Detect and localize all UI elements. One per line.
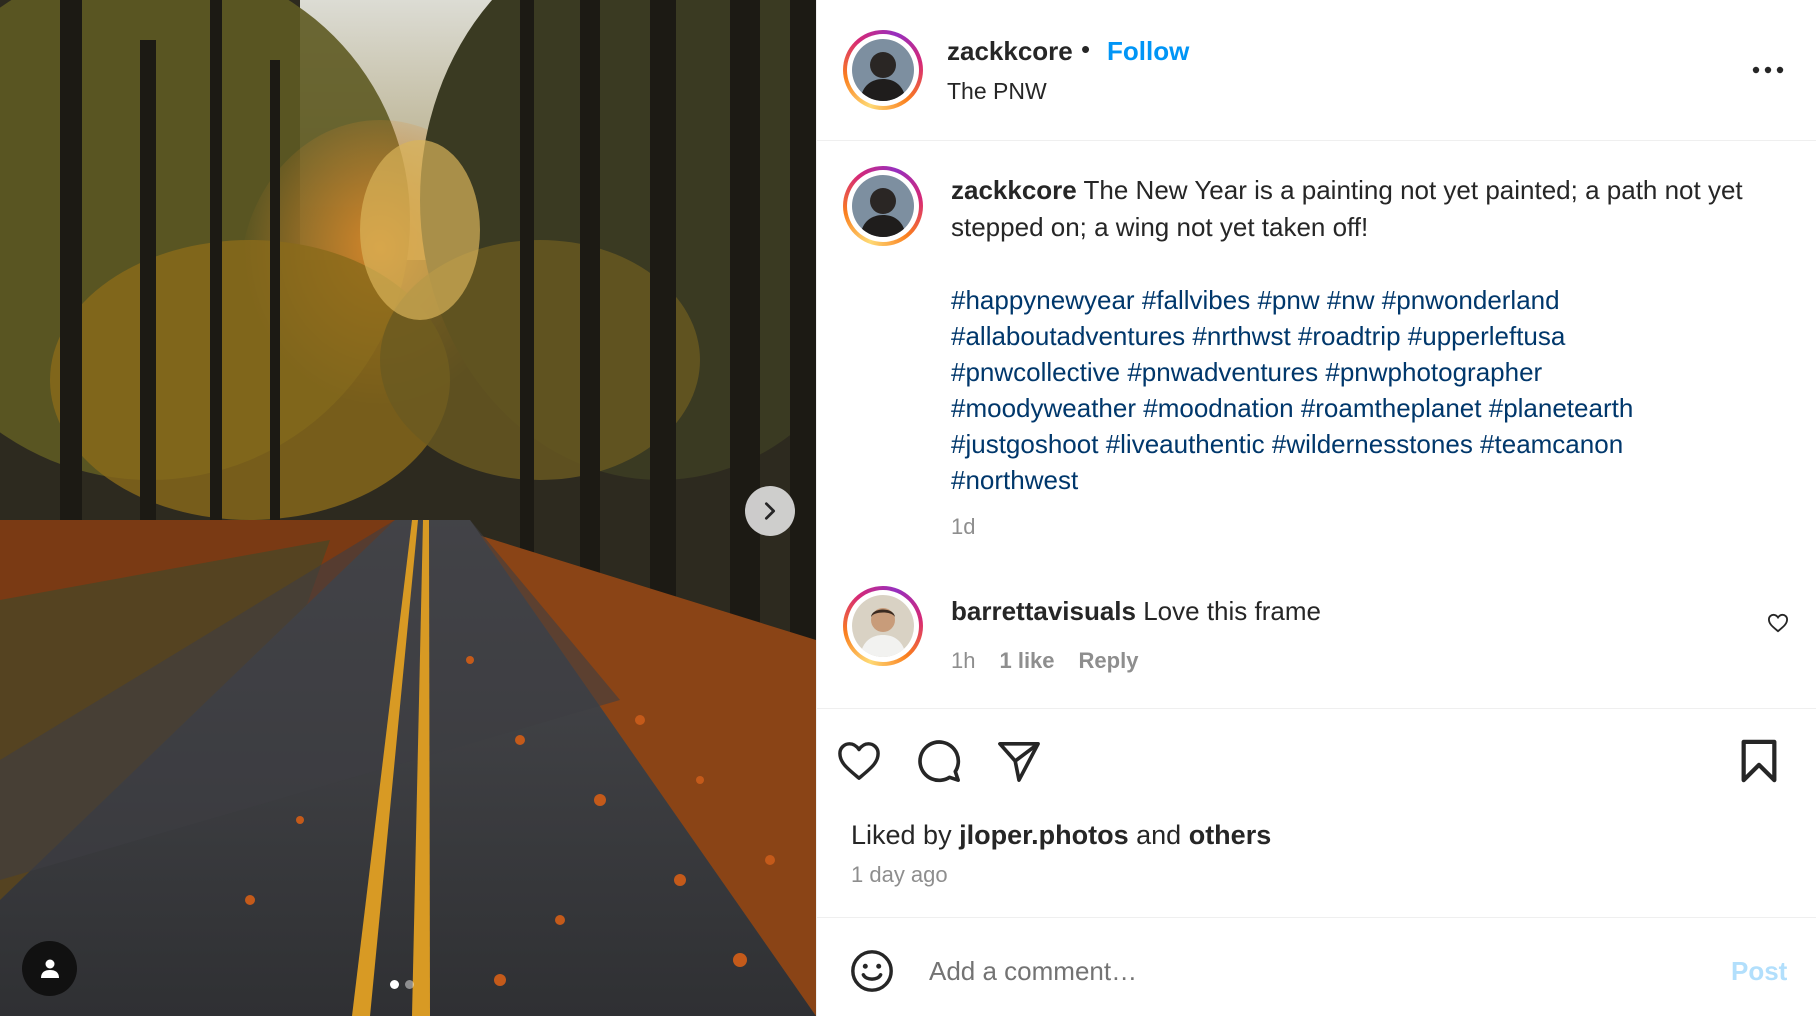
comment-like-button[interactable] xyxy=(1763,608,1793,638)
commenter-avatar-image xyxy=(852,595,914,657)
caption-author-avatar[interactable] xyxy=(843,166,923,246)
likes-and: and xyxy=(1136,820,1182,850)
emoji-button[interactable] xyxy=(849,948,895,994)
post-header: zackkcore • Follow The PNW xyxy=(817,0,1816,141)
caption-avatar-image xyxy=(852,175,914,237)
hashtag-list: #happynewyear #fallvibes #pnw #nw #pnwon… xyxy=(951,282,1781,498)
carousel-next-button[interactable] xyxy=(745,486,795,536)
post-timestamp[interactable]: 1 day ago xyxy=(851,862,948,888)
hashtag-link[interactable]: #allaboutadventures xyxy=(951,321,1185,351)
author-username[interactable]: zackkcore xyxy=(947,36,1073,67)
comment-reply-button[interactable]: Reply xyxy=(1079,648,1139,674)
comment-timestamp[interactable]: 1h xyxy=(951,648,975,674)
more-horizontal-icon xyxy=(1752,66,1784,74)
hashtag-link[interactable]: #pnwcollective xyxy=(951,357,1120,387)
follow-button[interactable]: Follow xyxy=(1107,36,1189,67)
hashtag-link[interactable]: #roamtheplanet xyxy=(1301,393,1482,423)
hashtag-link[interactable]: #nw xyxy=(1327,285,1375,315)
hashtag-link[interactable]: #roadtrip xyxy=(1298,321,1401,351)
liked-by-user[interactable]: jloper.photos xyxy=(959,820,1129,850)
hashtag-link[interactable]: #upperleftusa xyxy=(1408,321,1566,351)
commenter-avatar[interactable] xyxy=(843,586,923,666)
carousel-indicator xyxy=(390,980,414,989)
like-button[interactable] xyxy=(831,733,887,789)
comment-item: barrettavisuals Love this frame 1h 1 lik… xyxy=(817,582,1816,708)
caption-timestamp[interactable]: 1d xyxy=(951,514,975,540)
comment-username[interactable]: barrettavisuals xyxy=(951,596,1136,626)
hashtag-link[interactable]: #pnwadventures xyxy=(1127,357,1318,387)
comment-meta: 1h 1 like Reply xyxy=(951,648,1138,674)
hashtag-link[interactable]: #nrthwst xyxy=(1192,321,1290,351)
user-tag-icon xyxy=(40,959,59,978)
comment-like-count[interactable]: 1 like xyxy=(999,648,1054,674)
comment-body: Love this frame xyxy=(1143,596,1321,626)
actions-divider xyxy=(817,708,1816,709)
header-separator: • xyxy=(1081,34,1091,64)
smiley-icon xyxy=(851,950,893,992)
post-details-panel: zackkcore • Follow The PNW zackkcore The… xyxy=(816,0,1816,1016)
hashtag-link[interactable]: #teamcanon xyxy=(1480,429,1623,459)
carousel-dot-active xyxy=(390,980,399,989)
paper-plane-icon xyxy=(998,742,1040,782)
add-comment-bar: Post xyxy=(817,918,1816,1016)
carousel-dot xyxy=(405,980,414,989)
hashtag-link[interactable]: #wildernesstones xyxy=(1272,429,1473,459)
hashtag-link[interactable]: #justgoshoot xyxy=(951,429,1098,459)
comment-button[interactable] xyxy=(911,733,967,789)
hashtag-link[interactable]: #fallvibes xyxy=(1142,285,1250,315)
hashtag-link[interactable]: #pnwonderland xyxy=(1382,285,1560,315)
heart-icon xyxy=(1767,613,1789,633)
heart-icon xyxy=(838,742,880,780)
hashtag-link[interactable]: #happynewyear xyxy=(951,285,1135,315)
post-photo[interactable] xyxy=(0,0,816,1016)
share-button[interactable] xyxy=(991,733,1047,789)
author-avatar[interactable] xyxy=(843,30,923,110)
likes-summary: Liked by jloper.photos and others xyxy=(851,820,1271,851)
hashtag-link[interactable]: #moodyweather xyxy=(951,393,1136,423)
comment-input[interactable] xyxy=(929,948,1689,994)
save-button[interactable] xyxy=(1731,733,1787,789)
hashtag-link[interactable]: #pnw xyxy=(1257,285,1319,315)
tagged-users-button[interactable] xyxy=(22,941,77,996)
hashtag-link[interactable]: #liveauthentic xyxy=(1106,429,1265,459)
more-options-button[interactable] xyxy=(1743,52,1793,88)
chevron-right-icon xyxy=(764,502,776,520)
hashtag-link[interactable]: #northwest xyxy=(951,465,1078,495)
post-actions-bar xyxy=(817,733,1816,793)
caption-username[interactable]: zackkcore xyxy=(951,175,1077,205)
likes-prefix: Liked by xyxy=(851,820,952,850)
liked-by-others[interactable]: others xyxy=(1189,820,1272,850)
caption-text: zackkcore The New Year is a painting not… xyxy=(951,172,1771,246)
forest-road-image xyxy=(0,0,816,1016)
bookmark-icon xyxy=(1741,739,1777,783)
hashtag-link[interactable]: #moodnation xyxy=(1143,393,1293,423)
author-avatar-image xyxy=(852,39,914,101)
hashtag-link[interactable]: #planetearth xyxy=(1489,393,1634,423)
comment-bubble-icon xyxy=(918,740,961,783)
comment-text: barrettavisuals Love this frame xyxy=(951,596,1321,627)
hashtag-link[interactable]: #pnwphotographer xyxy=(1325,357,1542,387)
post-location[interactable]: The PNW xyxy=(947,78,1047,105)
post-comment-button[interactable]: Post xyxy=(1731,956,1787,987)
